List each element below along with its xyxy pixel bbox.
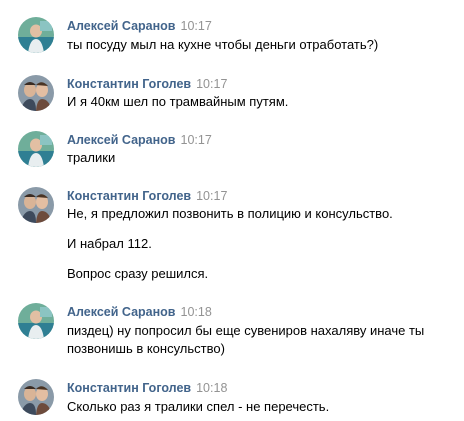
author-name[interactable]: Константин Гоголев xyxy=(67,381,191,395)
message-text: Не, я предложил позвонить в полицию и ко… xyxy=(67,206,393,221)
message-header: Алексей Саранов 10:18 xyxy=(67,303,464,320)
avatar[interactable] xyxy=(18,187,54,223)
message-time[interactable]: 10:18 xyxy=(196,381,227,395)
avatar[interactable] xyxy=(18,379,54,415)
author-name[interactable]: Алексей Саранов xyxy=(67,305,176,319)
message-time[interactable]: 10:17 xyxy=(181,133,212,147)
message-header: Константин Гоголев 10:17 xyxy=(67,187,464,204)
avatar[interactable] xyxy=(18,131,54,167)
message-header: Алексей Саранов 10:17 xyxy=(67,131,464,148)
avatar-alexey-icon xyxy=(18,303,54,339)
message-body: Алексей Саранов 10:17 ты посуду мыл на ку… xyxy=(67,17,464,54)
message-time[interactable]: 10:18 xyxy=(181,305,212,319)
message-body: Константин Гоголев 10:17 И я 40км шел по … xyxy=(67,75,464,111)
message-body: Алексей Саранов 10:18 пиздец) ну попросил… xyxy=(67,303,464,358)
message-header: Константин Гоголев 10:17 xyxy=(67,75,464,92)
avatar-konstantin-icon xyxy=(18,75,54,111)
author-name[interactable]: Константин Гоголев xyxy=(67,77,191,91)
message-text: И я 40км шел по трамвайным путям. xyxy=(67,94,289,109)
message-text: тралики xyxy=(67,150,116,165)
message-time[interactable]: 10:17 xyxy=(181,19,212,33)
message-text: И набрал 112. xyxy=(67,236,152,251)
avatar-konstantin-icon xyxy=(18,379,54,415)
avatar[interactable] xyxy=(18,75,54,111)
author-name[interactable]: Константин Гоголев xyxy=(67,189,191,203)
message-time[interactable]: 10:17 xyxy=(196,77,227,91)
avatar[interactable] xyxy=(18,17,54,53)
message-body: Константин Гоголев 10:17 Не, я предложил … xyxy=(67,187,464,283)
author-name[interactable]: Алексей Саранов xyxy=(67,19,176,33)
message-header: Константин Гоголев 10:18 xyxy=(67,379,464,396)
message-time[interactable]: 10:17 xyxy=(196,189,227,203)
message-text: Вопрос сразу решился. xyxy=(67,266,209,281)
author-name[interactable]: Алексей Саранов xyxy=(67,133,176,147)
avatar[interactable] xyxy=(18,303,54,339)
avatar-alexey-icon xyxy=(18,131,54,167)
avatar-konstantin-icon xyxy=(18,187,54,223)
avatar-alexey-icon xyxy=(18,17,54,53)
message-header: Алексей Саранов 10:17 xyxy=(67,17,464,34)
message-text: пиздец) ну попросил бы еще сувениров нах… xyxy=(67,323,425,356)
message-text: ты посуду мыл на кухне чтобы деньги отра… xyxy=(67,37,379,52)
message-body: Алексей Саранов 10:17 тралики xyxy=(67,131,464,167)
message-body: Константин Гоголев 10:18 Сколько раз я тр… xyxy=(67,379,464,416)
message-text: Сколько раз я тралики спел - не перечест… xyxy=(67,399,330,414)
